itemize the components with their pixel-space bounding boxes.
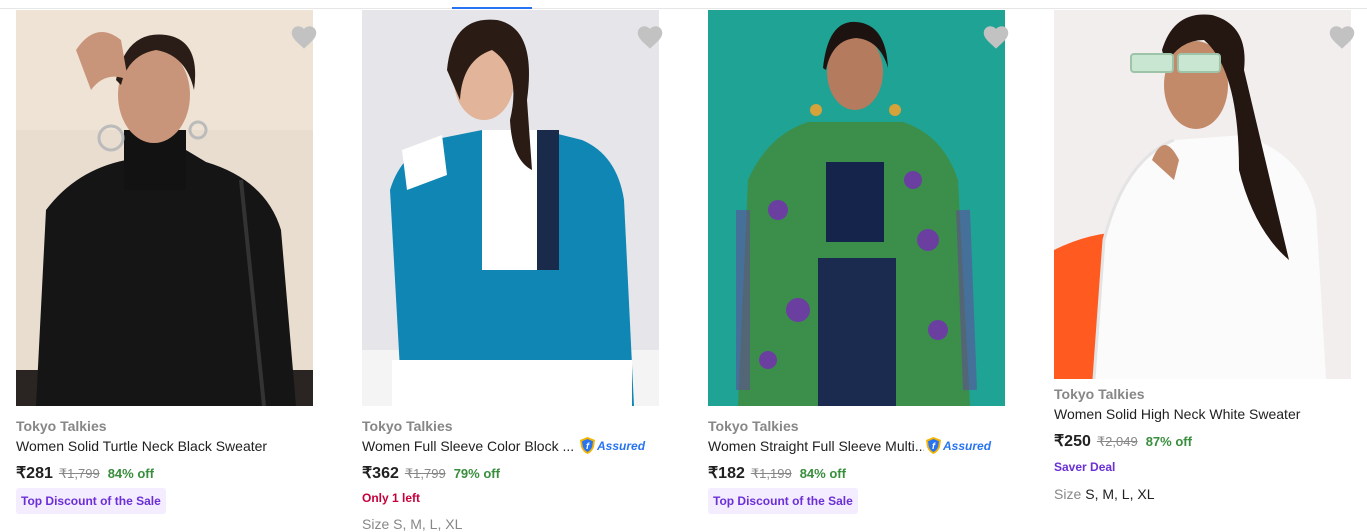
discount-percent: 84% off — [799, 466, 846, 481]
selling-price: ₹250 — [1054, 433, 1091, 450]
size-list: Size S, M, L, XL — [1054, 486, 1154, 502]
product-title[interactable]: Women Solid Turtle Neck Black Sweater — [16, 438, 316, 454]
product-image[interactable] — [362, 10, 659, 406]
product-image[interactable] — [708, 10, 1005, 406]
size-values: S, M, L, XL — [1085, 486, 1155, 502]
promo-badge: Top Discount of the Sale — [16, 488, 166, 514]
product-brand: Tokyo Talkies — [1054, 386, 1145, 402]
product-brand: Tokyo Talkies — [708, 418, 799, 434]
active-tab-indicator — [452, 7, 532, 9]
size-label: Size — [1054, 486, 1082, 502]
discount-percent: 79% off — [453, 466, 500, 481]
original-price: ₹1,799 — [404, 466, 446, 481]
product-title[interactable]: Women Straight Full Sleeve Multi... — [708, 438, 924, 454]
promo-badge: Top Discount of the Sale — [708, 488, 858, 514]
price-row: ₹250 ₹2,049 87% off — [1054, 431, 1192, 451]
deal-label: Saver Deal — [1054, 460, 1116, 474]
product-title[interactable]: Women Full Sleeve Color Block ... — [362, 438, 574, 454]
price-row: ₹281 ₹1,799 84% off — [16, 463, 154, 483]
wishlist-heart-icon[interactable] — [1328, 24, 1356, 50]
original-price: ₹1,799 — [58, 466, 100, 481]
assured-label: Assured — [597, 438, 646, 453]
stock-note: Only 1 left — [362, 491, 421, 505]
header-divider — [0, 8, 1367, 9]
assured-label: Assured — [943, 438, 992, 453]
wishlist-heart-icon[interactable] — [290, 24, 318, 50]
selling-price: ₹182 — [708, 465, 745, 482]
wishlist-heart-icon[interactable] — [636, 24, 664, 50]
assured-shield-icon: f — [580, 437, 595, 454]
assured-badge: f Assured — [926, 437, 991, 454]
product-brand: Tokyo Talkies — [362, 418, 453, 434]
product-brand: Tokyo Talkies — [16, 418, 107, 434]
product-image[interactable] — [1054, 10, 1351, 379]
product-title[interactable]: Women Solid High Neck White Sweater — [1054, 406, 1354, 422]
assured-badge: f Assured — [580, 437, 645, 454]
product-image[interactable] — [16, 10, 313, 406]
discount-percent: 87% off — [1145, 434, 1192, 449]
price-row: ₹182 ₹1,199 84% off — [708, 463, 846, 483]
wishlist-heart-icon[interactable] — [982, 24, 1010, 50]
assured-shield-icon: f — [926, 437, 941, 454]
size-list: Size S, M, L, XL — [362, 516, 463, 532]
original-price: ₹1,199 — [750, 466, 792, 481]
price-row: ₹362 ₹1,799 79% off — [362, 463, 500, 483]
selling-price: ₹362 — [362, 465, 399, 482]
selling-price: ₹281 — [16, 465, 53, 482]
discount-percent: 84% off — [107, 466, 154, 481]
original-price: ₹2,049 — [1096, 434, 1138, 449]
